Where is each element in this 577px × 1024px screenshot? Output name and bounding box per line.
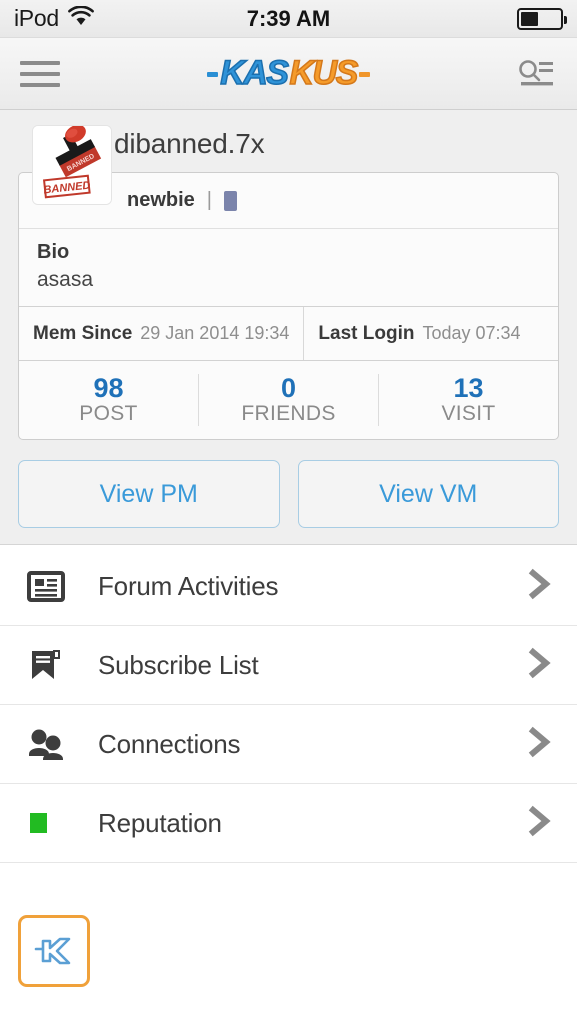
menu-item-label: Reputation xyxy=(98,807,222,838)
usertitle-label: newbie xyxy=(127,189,195,211)
logo-dash-right xyxy=(358,72,370,77)
navigation-bar: KAS KUS xyxy=(0,38,577,110)
menu-item-reputation[interactable]: Reputation xyxy=(0,784,577,863)
stat-post-label: POST xyxy=(79,402,138,426)
menu-item-label: Subscribe List xyxy=(98,649,259,680)
menu-item-connections[interactable]: Connections xyxy=(0,705,577,784)
newspaper-icon xyxy=(26,568,72,604)
member-since-value: 29 Jan 2014 19:34 xyxy=(140,323,290,343)
bio-label: Bio xyxy=(37,241,70,263)
stat-friends-label: FRIENDS xyxy=(241,402,336,426)
logo-dash-left xyxy=(207,72,219,77)
chevron-right-icon xyxy=(527,804,553,843)
stat-post-value: 98 xyxy=(93,372,124,403)
kaskus-logo: KAS KUS xyxy=(0,53,577,93)
member-since-cell: Mem Since 29 Jan 2014 19:34 xyxy=(19,307,303,360)
stats-row: 98 POST 0 FRIENDS 13 VISIT xyxy=(19,361,558,439)
meta-row: Mem Since 29 Jan 2014 19:34 Last Login T… xyxy=(19,307,558,361)
avatar[interactable]: BANNED BANNED xyxy=(32,125,112,205)
logo-text-kas: KAS xyxy=(219,53,289,93)
last-login-cell: Last Login Today 07:34 xyxy=(303,307,558,360)
page-title: dibanned.7x xyxy=(114,128,265,159)
status-bar-left: iPod xyxy=(14,5,94,32)
menu-item-subscribe-list[interactable]: Subscribe List xyxy=(0,626,577,705)
chevron-right-icon xyxy=(527,725,553,764)
chevron-right-icon xyxy=(527,646,553,685)
search-icon[interactable] xyxy=(515,53,557,95)
menu-item-forum-activities[interactable]: Forum Activities xyxy=(0,547,577,626)
profile-section: dibanned.7x BANNED BANNED newbie | Bio a… xyxy=(0,110,577,545)
profile-card: BANNED BANNED newbie | Bio asasa Mem Sin… xyxy=(18,125,559,440)
bookmark-icon xyxy=(26,647,72,683)
hamburger-menu-icon[interactable] xyxy=(20,60,60,87)
menu-item-label: Connections xyxy=(98,728,241,759)
green-square-icon xyxy=(26,813,72,833)
usertitle-separator: | xyxy=(206,189,212,211)
view-pm-button[interactable]: View PM xyxy=(18,460,280,528)
chevron-right-icon xyxy=(527,567,553,606)
carrier-label: iPod xyxy=(14,5,59,31)
last-login-label: Last Login xyxy=(318,322,415,344)
view-vm-button[interactable]: View VM xyxy=(297,460,559,528)
battery-icon xyxy=(517,7,567,30)
footer xyxy=(0,863,577,987)
bio-row: Bio asasa xyxy=(19,229,558,307)
rank-badge-icon xyxy=(224,190,237,211)
stat-visit-label: VISIT xyxy=(441,402,496,426)
stat-post[interactable]: 98 POST xyxy=(19,372,198,426)
status-bar-right xyxy=(517,7,567,30)
stat-visit[interactable]: 13 VISIT xyxy=(378,372,558,427)
wifi-icon xyxy=(67,5,94,31)
stat-friends[interactable]: 0 FRIENDS xyxy=(198,372,378,427)
bio-text: asasa xyxy=(37,268,94,291)
stat-friends-value: 0 xyxy=(280,372,297,403)
menu-item-label: Forum Activities xyxy=(98,570,279,601)
member-since-label: Mem Since xyxy=(33,322,133,344)
stat-visit-value: 13 xyxy=(453,372,484,403)
menu-list: Forum Activities Subscribe List Connecti… xyxy=(0,545,577,863)
kaskus-k-logo[interactable] xyxy=(18,915,90,987)
status-bar: iPod 7:39 AM xyxy=(0,0,577,38)
people-icon xyxy=(26,726,72,762)
profile-actions: View PM View VM xyxy=(0,440,577,528)
last-login-value: Today 07:34 xyxy=(422,323,521,343)
logo-text-kus: KUS xyxy=(289,53,359,93)
